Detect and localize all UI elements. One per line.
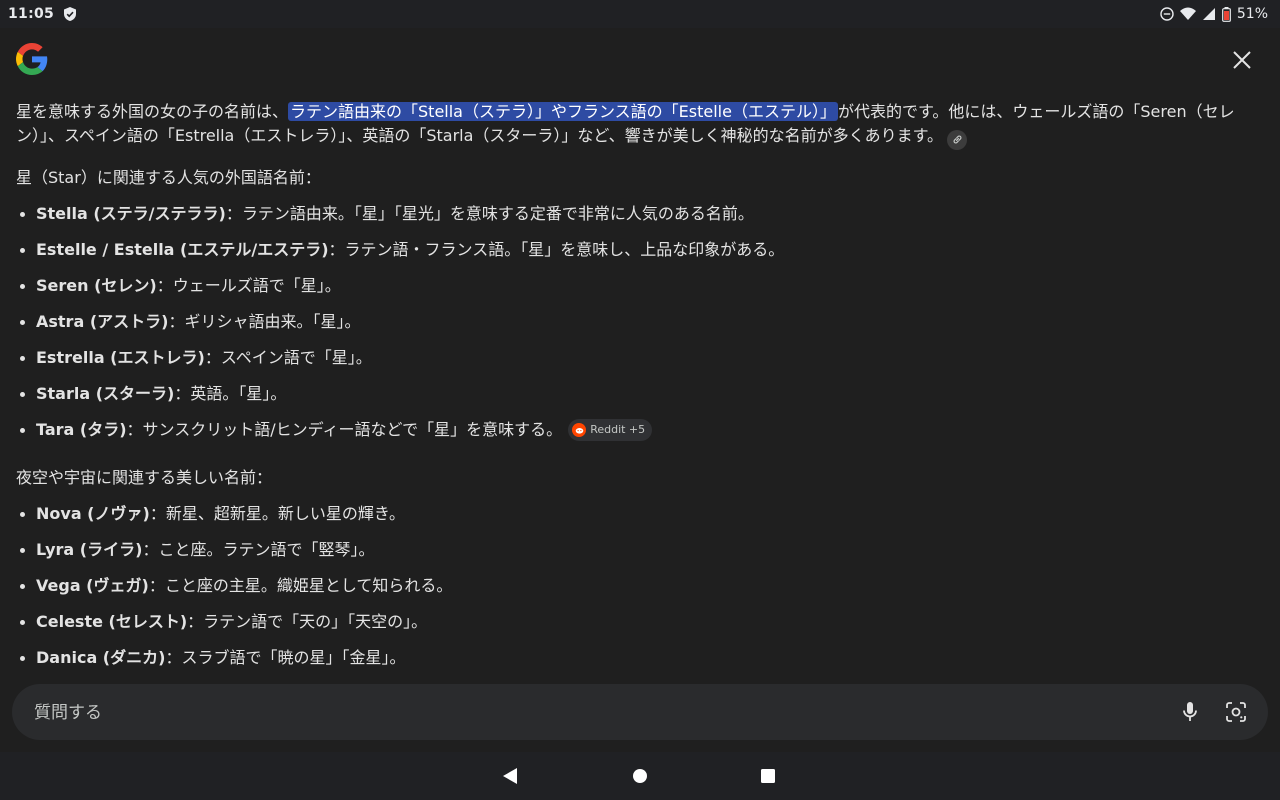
name-term: Estrella (エストレラ)	[36, 347, 205, 367]
list-item: Starla (スターラ)：英語。「星」。	[16, 382, 1248, 418]
name-desc: ：スラブ語で「暁の星」「金星」。	[165, 647, 406, 667]
name-term: Tara (タラ)	[36, 419, 127, 439]
panel-header	[0, 28, 1280, 92]
link-button[interactable]	[947, 129, 968, 150]
source-chip[interactable]: Reddit +5	[568, 418, 653, 441]
ask-input[interactable]	[32, 696, 1136, 730]
home-button[interactable]	[628, 764, 652, 788]
name-desc: ：スペイン語で「星」。	[204, 347, 372, 367]
name-desc: ：サンスクリット語/ヒンディー語などで「星」を意味する。	[126, 419, 563, 439]
name-term: Lyra (ライラ)	[36, 539, 143, 559]
list-item: Estrella (エストレラ)：スペイン語で「星」。	[16, 346, 1248, 382]
google-logo-icon	[16, 43, 48, 75]
name-desc: ：ラテン語・フランス語。「星」を意味し、上品な印象がある。	[328, 239, 785, 259]
close-icon	[1233, 51, 1251, 69]
name-desc: ：新星、超新星。新しい星の輝き。	[149, 503, 406, 523]
microphone-icon	[1183, 702, 1197, 721]
answer-intro: 星を意味する外国の女の子の名前は、 ラテン語由来の「Stella（ステラ）」やフラ…	[16, 100, 1248, 150]
voice-search-button[interactable]	[1176, 698, 1204, 726]
list-item: Tara (タラ)：サンスクリット語/ヒンディー語などで「星」を意味する。 Red…	[16, 418, 1248, 454]
recents-button[interactable]	[756, 764, 780, 788]
intro-text: 星を意味する外国の女の子の名前は、	[16, 102, 289, 121]
list-item: Estelle / Estella (エステル/エステラ)：ラテン語・フランス語…	[16, 238, 1248, 274]
system-navigation-bar	[0, 752, 1280, 800]
list-item: Stella (ステラ/ステララ)：ラテン語由来。「星」「星光」を意味する定番で…	[16, 202, 1248, 238]
status-time: 11:05	[8, 6, 55, 22]
name-desc: ：ウェールズ語で「星」。	[156, 275, 341, 295]
name-term: Estelle / Estella (エステル/エステラ)	[36, 239, 329, 259]
name-term: Vega (ヴェガ)	[36, 575, 149, 595]
name-desc: ：ラテン語由来。「星」「星光」を意味する定番で非常に人気のある名前。	[225, 203, 754, 223]
wifi-icon	[1179, 7, 1196, 21]
shield-icon	[62, 6, 78, 22]
section-title-night-sky: 夜空や宇宙に関連する美しい名前：	[16, 467, 273, 487]
star-names-list: Stella (ステラ/ステララ)：ラテン語由来。「星」「星光」を意味する定番で…	[16, 202, 1248, 454]
list-item: Celeste (セレスト)：ラテン語で「天の」「天空の」。	[16, 610, 1248, 646]
signal-icon	[1202, 7, 1216, 21]
name-term: Astra (アストラ)	[36, 311, 169, 331]
answer-content: 星を意味する外国の女の子の名前は、 ラテン語由来の「Stella（ステラ）」やフラ…	[16, 100, 1248, 694]
recents-square-icon	[761, 769, 775, 783]
name-term: Celeste (セレスト)	[36, 611, 188, 631]
list-item: Lyra (ライラ)：こと座。ラテン語で「竪琴」。	[16, 538, 1248, 574]
source-chip-label: Reddit +5	[590, 422, 646, 436]
list-item: Nova (ノヴァ)：新星、超新星。新しい星の輝き。	[16, 502, 1248, 538]
name-desc: ：ラテン語で「天の」「天空の」。	[187, 611, 428, 631]
status-bar: 11:05 51%	[0, 0, 1280, 28]
camera-lens-icon	[1226, 702, 1246, 722]
name-desc: ：こと座。ラテン語で「竪琴」。	[142, 539, 375, 559]
link-icon	[953, 135, 962, 144]
list-item: Seren (セレン)：ウェールズ語で「星」。	[16, 274, 1248, 310]
night-sky-names-list: Nova (ノヴァ)：新星、超新星。新しい星の輝き。 Lyra (ライラ)：こと…	[16, 502, 1248, 682]
dnd-icon	[1160, 7, 1174, 21]
name-term: Danica (ダニカ)	[36, 647, 166, 667]
highlighted-text[interactable]: ラテン語由来の「Stella（ステラ）」やフランス語の「Estelle（エステル…	[288, 102, 838, 121]
name-term: Starla (スターラ)	[36, 383, 175, 403]
section-title-star: 星（Star）に関連する人気の外国語名前：	[16, 167, 321, 187]
battery-level: 51%	[1236, 6, 1268, 22]
reddit-icon	[572, 422, 587, 437]
list-item: Astra (アストラ)：ギリシャ語由来。「星」。	[16, 310, 1248, 346]
name-desc: ：英語。「星」。	[174, 383, 287, 403]
name-term: Seren (セレン)	[36, 275, 157, 295]
battery-icon	[1221, 6, 1231, 22]
name-term: Nova (ノヴァ)	[36, 503, 150, 523]
close-button[interactable]	[1226, 44, 1258, 76]
name-term: Stella (ステラ/ステララ)	[36, 203, 226, 223]
lens-search-button[interactable]	[1222, 698, 1250, 726]
home-circle-icon	[633, 769, 647, 783]
list-item: Vega (ヴェガ)：こと座の主星。織姫星として知られる。	[16, 574, 1248, 610]
ai-answer-panel: 星を意味する外国の女の子の名前は、 ラテン語由来の「Stella（ステラ）」やフラ…	[0, 28, 1280, 752]
back-triangle-icon	[503, 768, 517, 784]
name-desc: ：ギリシャ語由来。「星」。	[168, 311, 361, 331]
ask-bar	[12, 684, 1268, 740]
back-button[interactable]	[498, 764, 522, 788]
list-item: Danica (ダニカ)：スラブ語で「暁の星」「金星」。	[16, 646, 1248, 682]
name-desc: ：こと座の主星。織姫星として知られる。	[148, 575, 453, 595]
